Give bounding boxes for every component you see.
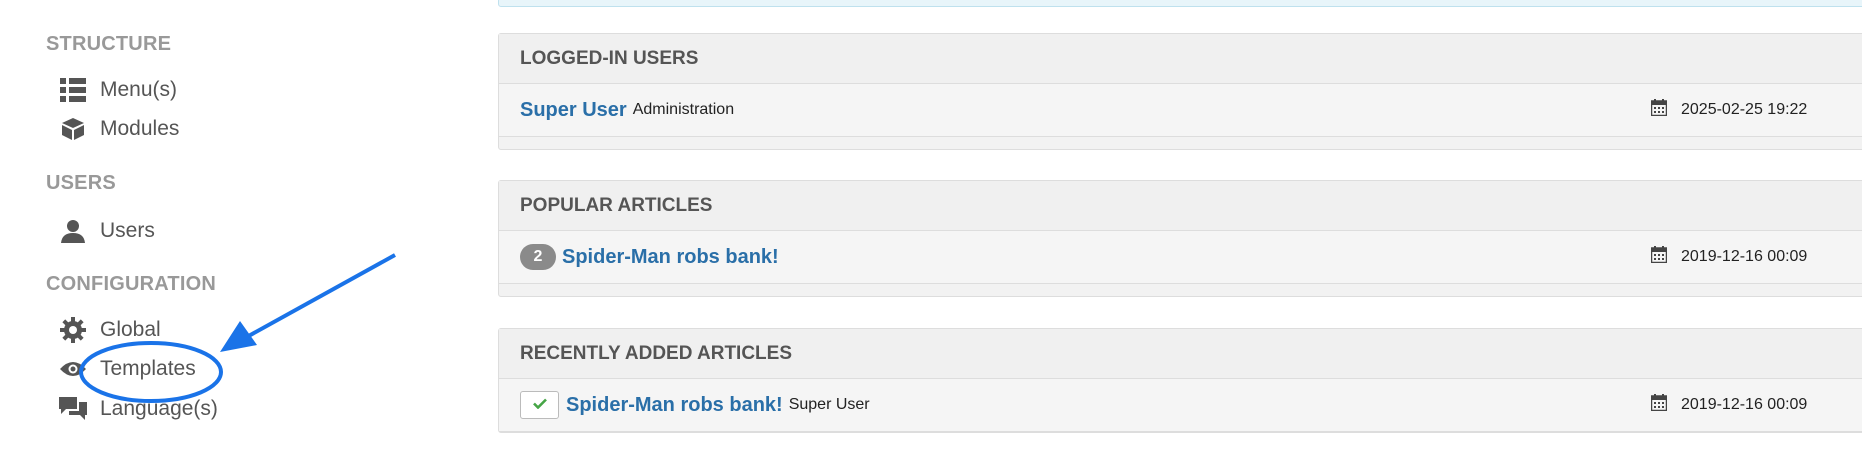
- date-cell: 2025-02-25 19:22: [1650, 99, 1808, 121]
- gear-icon: [58, 315, 88, 345]
- author-label: Super User: [788, 396, 870, 413]
- top-alert: [498, 0, 1862, 7]
- users-heading: USERS: [46, 172, 116, 194]
- user-icon: [58, 216, 88, 246]
- sidebar-item-users[interactable]: Users: [58, 213, 155, 249]
- recent-articles-module: RECENTLY ADDED ARTICLES Spider-Man robs …: [498, 328, 1862, 433]
- sidebar-item-menus[interactable]: Menu(s): [58, 72, 177, 108]
- sidebar-item-label: Menu(s): [100, 78, 178, 101]
- article-link[interactable]: Spider-Man robs bank!: [562, 246, 779, 269]
- date-text: 2019-12-16 00:09: [1681, 248, 1808, 265]
- sidebar-item-label: Modules: [100, 117, 180, 140]
- user-link[interactable]: Super User: [520, 99, 627, 122]
- published-toggle[interactable]: [520, 391, 559, 419]
- date-text: 2019-12-16 00:09: [1681, 396, 1808, 413]
- module-title: RECENTLY ADDED ARTICLES: [499, 329, 1862, 379]
- calendar-icon: [1650, 394, 1668, 416]
- hits-badge: 2: [520, 244, 556, 270]
- sidebar-item-modules[interactable]: Modules: [58, 111, 179, 147]
- calendar-icon: [1650, 99, 1668, 121]
- eye-icon: [58, 354, 88, 384]
- check-icon: [532, 396, 547, 414]
- date-cell: 2019-12-16 00:09: [1650, 246, 1808, 268]
- sidebar-item-label: Language(s): [100, 397, 218, 420]
- sidebar-item-global[interactable]: Global: [58, 312, 161, 348]
- sidebar-item-templates[interactable]: Templates: [58, 351, 196, 387]
- date-cell: 2019-12-16 00:09: [1650, 394, 1808, 416]
- list-icon: [58, 75, 88, 105]
- date-text: 2025-02-25 19:22: [1681, 101, 1808, 118]
- article-link[interactable]: Spider-Man robs bank!: [566, 394, 783, 417]
- client-label: Administration: [632, 101, 735, 118]
- cube-icon: [58, 114, 88, 144]
- module-title: POPULAR ARTICLES: [499, 181, 1862, 231]
- sidebar: STRUCTURE Menu(s) Modules USERS Users CO…: [0, 0, 470, 451]
- popular-articles-module: POPULAR ARTICLES 2 Spider-Man robs bank!…: [498, 180, 1862, 297]
- sidebar-item-label: Users: [100, 219, 155, 242]
- module-title: LOGGED-IN USERS: [499, 34, 1862, 84]
- table-row: Super User Administration 2025-02-25 19:…: [499, 84, 1862, 137]
- table-row: Spider-Man robs bank! Super User 2019-12…: [499, 379, 1862, 432]
- configuration-heading: CONFIGURATION: [46, 273, 216, 295]
- table-row: 2 Spider-Man robs bank! 2019-12-16 00:09: [499, 231, 1862, 284]
- sidebar-item-label: Global: [100, 318, 161, 341]
- sidebar-item-label: Templates: [100, 357, 196, 380]
- structure-heading: STRUCTURE: [46, 33, 172, 55]
- comments-icon: [58, 394, 88, 424]
- calendar-icon: [1650, 246, 1668, 268]
- logged-in-users-module: LOGGED-IN USERS Super User Administratio…: [498, 33, 1862, 150]
- sidebar-item-languages[interactable]: Language(s): [58, 391, 218, 427]
